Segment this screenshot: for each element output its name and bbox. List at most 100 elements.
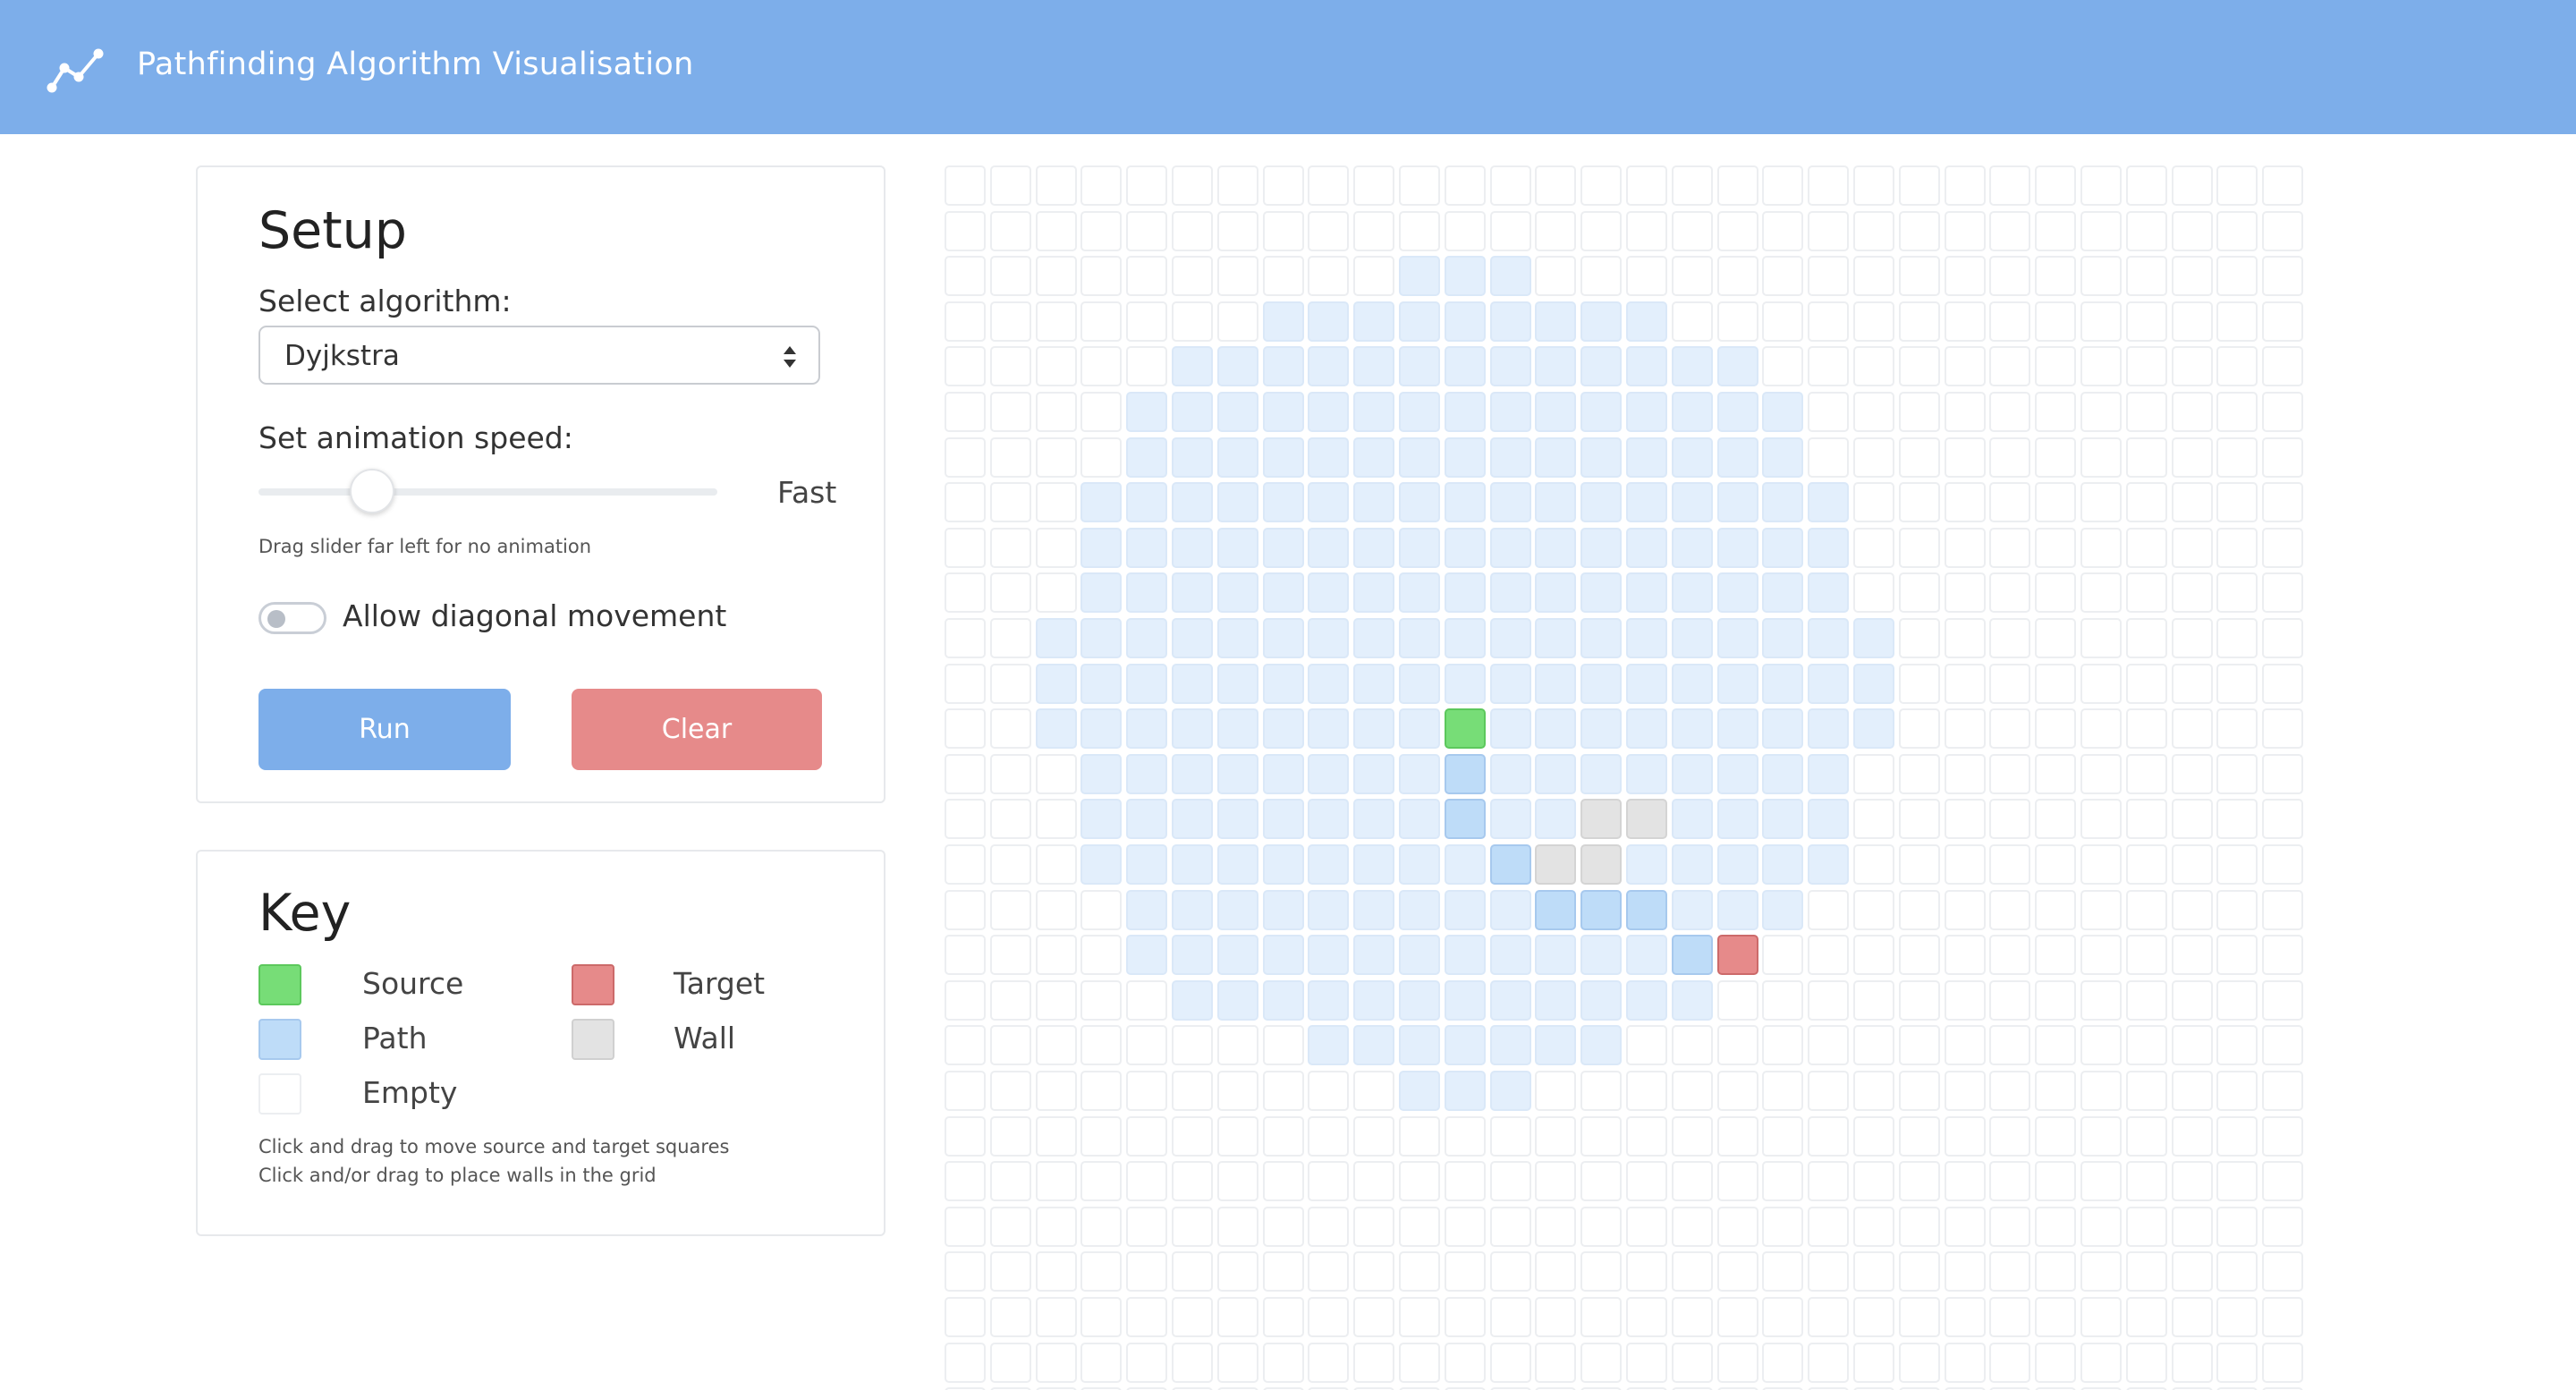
grid-cell[interactable] [2262,889,2304,930]
grid-cell-visited[interactable] [1444,572,1486,614]
grid-cell[interactable] [2035,1297,2077,1337]
grid-cell[interactable] [1080,436,1123,478]
grid-cell-visited[interactable] [1489,753,1531,794]
grid-cell-visited[interactable] [1308,1025,1350,1066]
grid-cell[interactable] [1944,1206,1986,1247]
grid-cell[interactable] [1716,1071,1758,1111]
grid-cell[interactable] [1308,165,1350,206]
grid-cell[interactable] [1035,935,1077,976]
grid-cell-path[interactable] [1444,799,1486,840]
grid-cell[interactable] [1035,844,1077,885]
grid-cell[interactable] [2080,889,2122,930]
grid-cell[interactable] [945,527,986,568]
grid-cell-visited[interactable] [1399,708,1440,750]
grid-cell-visited[interactable] [1808,753,1850,794]
grid-cell[interactable] [2125,527,2167,568]
grid-cell[interactable] [1989,210,2031,251]
grid-cell[interactable] [1716,301,1758,342]
grid-cell-visited[interactable] [1580,618,1623,658]
grid-cell[interactable] [2171,618,2213,658]
grid-cell[interactable] [1262,256,1304,297]
grid-cell[interactable] [945,799,986,840]
grid-cell[interactable] [1126,301,1168,342]
grid-cell[interactable] [2216,799,2258,840]
grid-cell[interactable] [1989,1206,2031,1247]
grid-cell[interactable] [2216,753,2258,794]
grid-cell[interactable] [1716,165,1758,206]
grid-cell-visited[interactable] [1444,482,1486,523]
grid-cell[interactable] [1944,799,1986,840]
grid-cell[interactable] [1035,1025,1077,1066]
grid-cell-visited[interactable] [1535,618,1577,658]
grid-cell[interactable] [2035,618,2077,658]
grid-cell-visited[interactable] [1399,889,1440,930]
grid-cell[interactable] [1944,301,1986,342]
grid-cell-visited[interactable] [1444,618,1486,658]
grid-cell-visited[interactable] [1399,527,1440,568]
grid-cell-visited[interactable] [1353,346,1395,387]
grid-cell[interactable] [1035,436,1077,478]
grid-cell[interactable] [2262,1251,2304,1293]
grid-cell[interactable] [1989,1161,2031,1202]
grid-cell[interactable] [989,572,1031,614]
grid-cell[interactable] [1216,210,1258,251]
grid-cell[interactable] [1944,618,1986,658]
grid-cell-visited[interactable] [1353,392,1395,432]
grid-cell[interactable] [2125,935,2167,976]
grid-cell[interactable] [989,210,1031,251]
grid-cell-visited[interactable] [1580,346,1623,387]
grid-cell-visited[interactable] [1489,346,1531,387]
grid-cell-visited[interactable] [1808,482,1850,523]
grid-cell-visited[interactable] [1308,844,1350,885]
grid-cell-visited[interactable] [1716,618,1758,658]
grid-cell-visited[interactable] [1762,889,1804,930]
grid-cell[interactable] [2262,210,2304,251]
grid-cell[interactable] [1944,753,1986,794]
grid-cell[interactable] [1671,1115,1713,1157]
grid-cell[interactable] [1035,256,1077,297]
grid-cell[interactable] [1898,1251,1940,1293]
grid-cell-visited[interactable] [1172,889,1213,930]
grid-cell-visited[interactable] [1626,301,1667,342]
grid-cell[interactable] [1944,436,1986,478]
grid-cell[interactable] [2125,799,2167,840]
grid-cell[interactable] [1808,979,1850,1021]
grid-cell[interactable] [1353,1342,1395,1383]
grid-cell[interactable] [1126,210,1168,251]
grid-cell[interactable] [1172,210,1213,251]
grid-cell-visited[interactable] [1399,844,1440,885]
grid-cell[interactable] [2080,1342,2122,1383]
grid-cell[interactable] [989,256,1031,297]
grid-cell[interactable] [1080,392,1123,432]
grid-cell[interactable] [1535,1071,1577,1111]
grid-cell[interactable] [1762,346,1804,387]
grid-cell[interactable] [1808,1115,1850,1157]
grid-cell[interactable] [945,1071,986,1111]
grid-cell-visited[interactable] [1172,979,1213,1021]
grid-cell[interactable] [1898,1206,1940,1247]
grid-cell[interactable] [2171,1025,2213,1066]
grid-cell[interactable] [1080,1251,1123,1293]
grid-cell-visited[interactable] [1399,663,1440,704]
grid-cell[interactable] [1989,979,2031,1021]
grid-cell[interactable] [2035,165,2077,206]
grid-cell-visited[interactable] [1535,1025,1577,1066]
grid-cell-visited[interactable] [1671,844,1713,885]
grid-cell[interactable] [1762,301,1804,342]
grid-cell-visited[interactable] [1126,527,1168,568]
grid-cell[interactable] [989,346,1031,387]
grid-cell[interactable] [1126,1342,1168,1383]
grid-cell[interactable] [2035,572,2077,614]
grid-cell[interactable] [945,436,986,478]
grid-cell[interactable] [1080,256,1123,297]
grid-cell-visited[interactable] [1444,301,1486,342]
grid-cell[interactable] [1944,708,1986,750]
grid-cell[interactable] [1580,1297,1623,1337]
grid-cell[interactable] [1808,165,1850,206]
grid-cell[interactable] [2171,1342,2213,1383]
grid-cell-visited[interactable] [1671,618,1713,658]
grid-cell[interactable] [2125,1071,2167,1111]
grid-cell[interactable] [1853,889,1894,930]
grid-cell[interactable] [1898,708,1940,750]
grid-cell-visited[interactable] [1444,346,1486,387]
